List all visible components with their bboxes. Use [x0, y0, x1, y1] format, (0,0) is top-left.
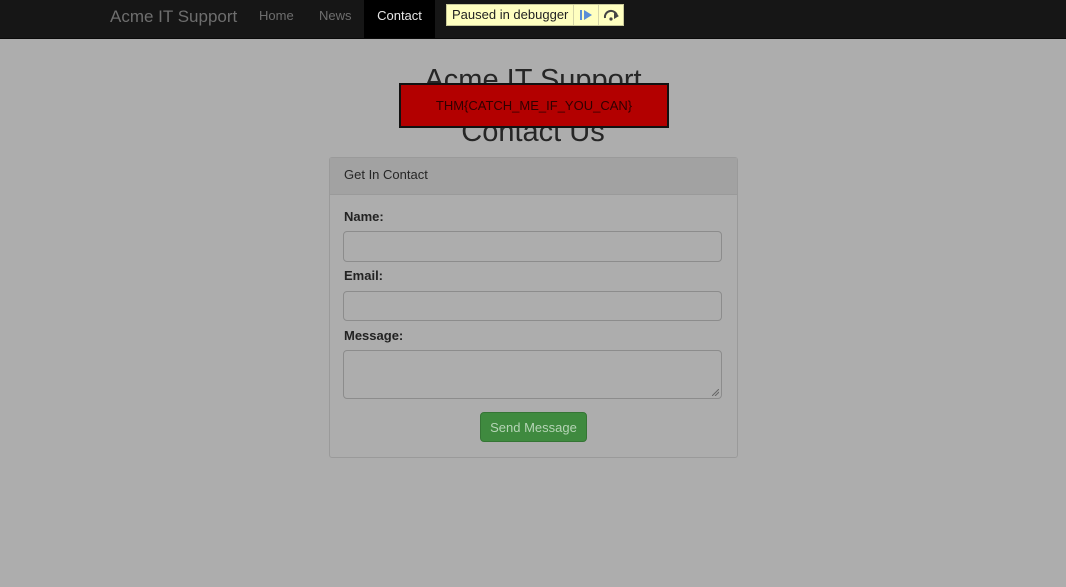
email-input[interactable] — [343, 291, 722, 321]
flag-popup: THM{CATCH_ME_IF_YOU_CAN} — [399, 83, 669, 128]
resize-grip-icon[interactable] — [712, 389, 719, 396]
debugger-status-label: Paused in debugger — [452, 7, 569, 22]
panel-title: Get In Contact — [330, 158, 737, 195]
message-label: Message: — [344, 328, 404, 343]
debugger-paused-banner: Paused in debugger — [446, 4, 625, 26]
name-input[interactable] — [343, 231, 722, 262]
resume-icon[interactable] — [573, 5, 598, 25]
brand-link[interactable]: Acme IT Support — [110, 7, 237, 27]
name-label: Name: — [344, 209, 384, 224]
send-message-button[interactable]: Send Message — [480, 412, 587, 442]
step-over-icon[interactable] — [598, 5, 623, 25]
message-textarea[interactable] — [343, 350, 722, 399]
nav-link-contact[interactable]: Contact — [364, 0, 435, 38]
email-label: Email: — [344, 268, 384, 283]
nav-link-news[interactable]: News — [319, 0, 352, 38]
nav-link-home[interactable]: Home — [259, 0, 294, 38]
contact-form-panel: Get In Contact Name: Email: Message: Sen… — [329, 157, 738, 458]
